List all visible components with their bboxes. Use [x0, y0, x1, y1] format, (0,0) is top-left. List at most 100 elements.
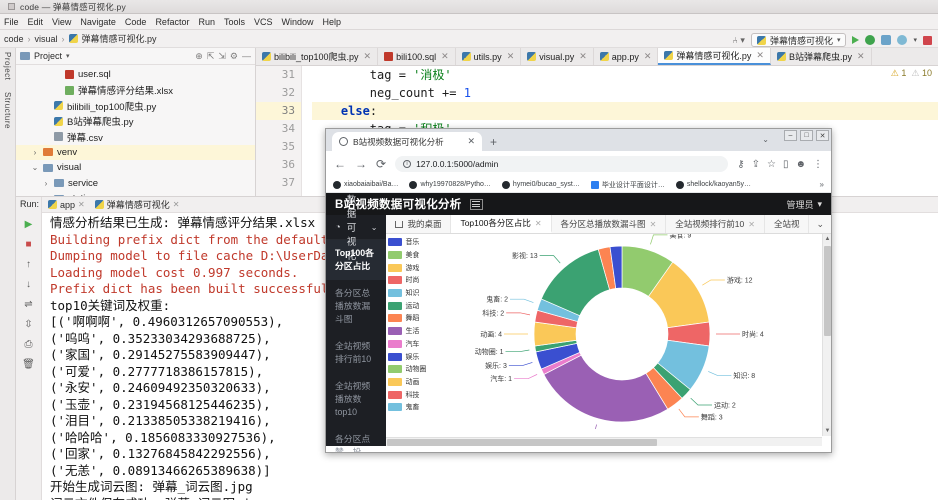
- close-icon[interactable]: ✕: [173, 200, 180, 209]
- code-line[interactable]: tag = '消极': [312, 66, 938, 84]
- browser-toolbar-actions[interactable]: ⚷ ⇪ ☆ ▯ ☻ ⋮: [737, 159, 823, 170]
- chart-horizontal-scrollbar[interactable]: [386, 437, 822, 446]
- rerun-icon[interactable]: ▶: [25, 219, 33, 230]
- chart-legend[interactable]: 音乐 美食 游戏 时尚 知识 运动 舞蹈 生活 汽车 娱乐 动物圈 动画 科技 鬼畜: [388, 236, 434, 414]
- close-icon[interactable]: ✕: [644, 51, 652, 62]
- sidebar-items[interactable]: Top100各分区占比 各分区总播放数漏斗图 全站视频排行前10 全站视频播放数top…: [326, 240, 387, 452]
- chevron-icon[interactable]: ⌄: [31, 163, 39, 172]
- browser-tab[interactable]: B站视频数据可视化分析 ✕: [332, 132, 482, 151]
- close-icon[interactable]: ✕: [756, 50, 764, 61]
- key-icon[interactable]: ⚷: [737, 159, 744, 170]
- close-icon[interactable]: ✕: [748, 220, 755, 229]
- scroll-down-icon[interactable]: ↓: [26, 279, 31, 290]
- inspection-status-badge[interactable]: ⚠ 1 ⚠ 10: [891, 68, 932, 79]
- bookmark-item[interactable]: xiaobaiaibai/Ba…: [333, 180, 398, 189]
- close-icon[interactable]: ✕: [507, 51, 515, 62]
- bookmarks-bar[interactable]: xiaobaiaibai/Ba… why19970828/Pytho… hymei0…: [326, 177, 831, 193]
- code-line[interactable]: else:: [312, 102, 938, 120]
- tool-window-structure-label[interactable]: Structure: [3, 92, 12, 129]
- hide-panel-icon[interactable]: —: [242, 51, 251, 61]
- left-tool-strip[interactable]: Project Structure: [0, 48, 16, 500]
- reload-icon[interactable]: ⟳: [376, 157, 386, 171]
- legend-item[interactable]: 运动: [388, 299, 434, 312]
- close-icon[interactable]: ✕: [650, 220, 657, 229]
- code-line[interactable]: neg_count += 1: [312, 84, 938, 102]
- site-info-icon[interactable]: i: [403, 160, 412, 168]
- close-icon[interactable]: ✕: [364, 51, 372, 62]
- hamburger-menu-icon[interactable]: [469, 198, 483, 210]
- menu-tools[interactable]: Tools: [224, 17, 245, 27]
- profile-avatar-icon[interactable]: ☻: [795, 159, 806, 170]
- content-tab[interactable]: 我的桌面: [386, 215, 452, 233]
- tree-item[interactable]: › venv: [16, 144, 255, 160]
- bookmark-item[interactable]: 毕业设计平面设计…: [590, 180, 665, 190]
- stop-button[interactable]: [923, 35, 932, 45]
- git-branch-icon[interactable]: ⑃ ▾: [733, 35, 745, 46]
- editor-tab-bar[interactable]: bilibili_top100爬虫.py ✕ bili100.sql ✕ utils.p…: [256, 48, 938, 66]
- close-icon[interactable]: ✕: [857, 51, 865, 62]
- editor-tab[interactable]: 弹幕情感可视化.py ✕: [658, 48, 771, 65]
- soft-wrap-icon[interactable]: ⇌: [24, 299, 32, 310]
- legend-item[interactable]: 美食: [388, 249, 434, 262]
- content-tab[interactable]: 全站视频排行前10 ✕: [666, 215, 765, 233]
- content-tab[interactable]: Top100各分区占比 ✕: [451, 215, 552, 233]
- tree-item[interactable]: user.sql: [16, 67, 255, 83]
- expand-all-icon[interactable]: ⇱: [207, 51, 215, 62]
- menu-file[interactable]: File: [4, 17, 19, 27]
- bookmark-item[interactable]: why19970828/Pytho…: [409, 180, 491, 189]
- legend-item[interactable]: 娱乐: [388, 350, 434, 363]
- editor-tab[interactable]: app.py ✕: [594, 48, 659, 65]
- close-icon[interactable]: ✕: [579, 51, 587, 62]
- debug-button[interactable]: [865, 35, 876, 45]
- coverage-button[interactable]: [881, 35, 892, 45]
- menu-navigate[interactable]: Navigate: [80, 17, 116, 27]
- menu-window[interactable]: Window: [282, 17, 314, 27]
- maximize-button[interactable]: □: [800, 130, 813, 141]
- scroll-up-arrow-icon[interactable]: ▲: [823, 234, 831, 244]
- breadcrumb-item-file[interactable]: 弹幕情感可视化.py: [82, 32, 157, 45]
- tree-item[interactable]: B站弹幕爬虫.py: [16, 114, 255, 130]
- run-actions-toolbar[interactable]: ▶ ■ ↑ ↓ ⇌ ⇳ ⎙ 🗑: [16, 197, 42, 500]
- close-icon[interactable]: ✕: [441, 51, 449, 62]
- chart-vertical-scrollbar[interactable]: ▲ ▼: [822, 234, 831, 436]
- bookmark-item[interactable]: hymei0/bucao_syst…: [501, 180, 580, 189]
- legend-item[interactable]: 舞蹈: [388, 312, 434, 325]
- tree-item[interactable]: 弹幕.csv: [16, 129, 255, 145]
- tool-window-project-label[interactable]: Project: [3, 52, 12, 80]
- chevron-icon[interactable]: ›: [31, 148, 39, 157]
- run-toolbar[interactable]: ⑃ ▾ 弹幕情感可视化 ▾ ▾: [733, 30, 938, 50]
- legend-item[interactable]: 动画: [388, 376, 434, 389]
- bookmarks-overflow-icon[interactable]: »: [820, 180, 824, 189]
- user-menu[interactable]: 管理员 ▾: [786, 198, 822, 211]
- close-icon[interactable]: ✕: [535, 219, 542, 228]
- forward-icon[interactable]: →: [355, 157, 367, 171]
- filter-icon[interactable]: ⇳: [24, 319, 32, 330]
- profile-button[interactable]: [897, 35, 908, 45]
- sidebar-section-header[interactable]: ◔ 数据可视化 ⌄: [326, 195, 387, 262]
- sidebar-item[interactable]: 全站视频播放数top10: [326, 373, 386, 426]
- share-icon[interactable]: ⇪: [752, 159, 760, 170]
- tree-item[interactable]: 弹幕情感评分结果.xlsx: [16, 83, 255, 99]
- close-button[interactable]: ✕: [816, 130, 829, 141]
- locate-icon[interactable]: ⊕: [195, 51, 203, 62]
- clear-all-icon[interactable]: 🗑: [22, 359, 35, 370]
- minimize-button[interactable]: –: [784, 130, 797, 141]
- editor-tab[interactable]: B站弹幕爬虫.py ✕: [771, 48, 872, 65]
- chevron-down-icon[interactable]: ⌄: [809, 219, 831, 230]
- chrome-menu-icon[interactable]: ⋮: [813, 159, 823, 170]
- donut-chart[interactable]: 美食: 9游戏: 12时尚: 4知识: 8运动: 2舞蹈: 3生活: 24汽车:…: [432, 234, 822, 429]
- content-tab[interactable]: 全站视: [765, 215, 810, 233]
- stop-icon[interactable]: ■: [25, 239, 31, 250]
- collapse-all-icon[interactable]: ⇲: [218, 51, 226, 62]
- settings-gear-icon[interactable]: ⚙: [230, 51, 238, 62]
- legend-item[interactable]: 时尚: [388, 274, 434, 287]
- scroll-up-icon[interactable]: ↑: [26, 259, 31, 270]
- editor-tab[interactable]: bilibili_top100爬虫.py ✕: [256, 48, 379, 65]
- ide-menubar[interactable]: File Edit View Navigate Code Refactor Ru…: [0, 14, 938, 30]
- editor-tab[interactable]: bili100.sql ✕: [378, 48, 456, 65]
- sidebar-item[interactable]: 各分区点赞、投币、收藏情况: [326, 426, 386, 452]
- print-icon[interactable]: ⎙: [25, 339, 33, 350]
- legend-item[interactable]: 汽车: [388, 338, 434, 351]
- sidepanel-icon[interactable]: ▯: [783, 159, 789, 170]
- legend-item[interactable]: 科技: [388, 388, 434, 401]
